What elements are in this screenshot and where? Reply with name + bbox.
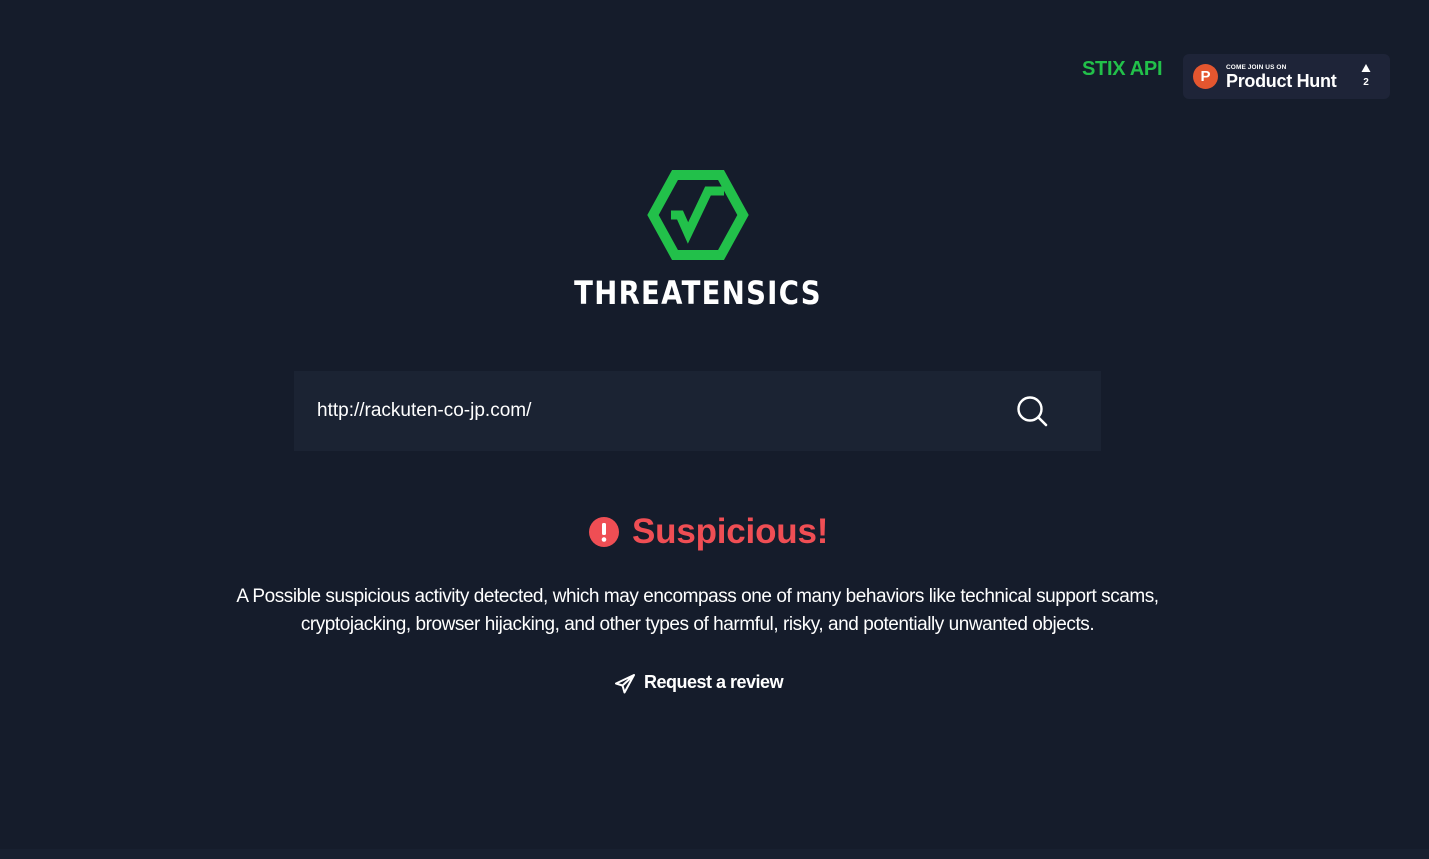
product-hunt-name: Product Hunt [1226,71,1337,91]
verdict-label: Suspicious! [632,512,829,551]
hexagon-checkmark-icon [647,170,749,260]
stix-api-link[interactable]: STIX API [1082,56,1163,82]
upvote-triangle-icon [1361,64,1371,72]
exclamation-circle-icon [589,517,619,547]
request-review-label: Request a review [644,672,784,692]
brand-name: THREATENSICS [574,274,822,312]
product-hunt-eyebrow: COME JOIN US ON [1226,64,1287,71]
product-hunt-logo-icon: P [1193,64,1218,89]
product-hunt-badge[interactable]: P COME JOIN US ON Product Hunt 2 [1183,54,1390,99]
verdict-description: A Possible suspicious activity detected,… [236,586,1159,635]
verdict-heading: Suspicious! [560,512,870,556]
search-bar [294,371,1101,451]
search-icon[interactable] [1014,393,1052,431]
upvote-count: 2 [1363,77,1369,88]
url-search-input[interactable] [312,391,1002,431]
footer-strip [0,849,1429,859]
paper-plane-icon [615,674,635,694]
